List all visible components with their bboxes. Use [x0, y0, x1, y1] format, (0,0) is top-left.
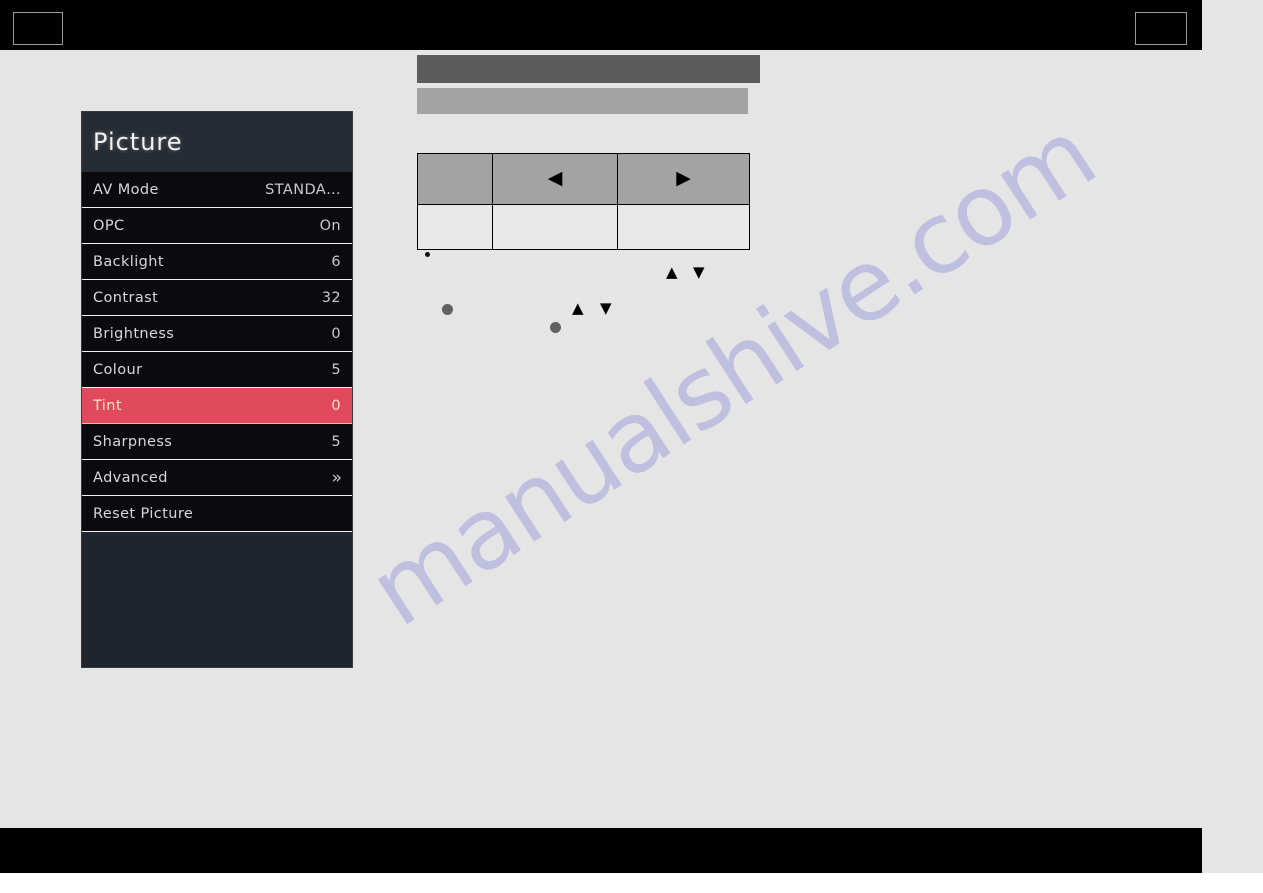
menu-item-opc[interactable]: OPC On: [82, 208, 352, 244]
chevron-right-double-icon: »: [331, 467, 342, 488]
menu-item-backlight[interactable]: Backlight 6: [82, 244, 352, 280]
triangle-left-icon: ◀: [547, 167, 563, 189]
triangle-up-icon-2: ▲: [572, 299, 584, 317]
page-root: manualshive.com Picture AV Mode STANDA… …: [0, 0, 1263, 893]
osd-empty-area: [82, 532, 352, 667]
top-black-band: [0, 0, 1202, 50]
menu-item-sharpness[interactable]: Sharpness 5: [82, 424, 352, 460]
menu-item-colour[interactable]: Colour 5: [82, 352, 352, 388]
osd-header: Picture: [82, 112, 352, 172]
osd-item-list: AV Mode STANDA… OPC On Backlight 6 Contr…: [82, 172, 352, 532]
menu-item-label: Advanced: [93, 469, 168, 486]
triangle-down-icon-1: ▼: [693, 263, 705, 281]
menu-item-advanced[interactable]: Advanced »: [82, 460, 352, 496]
menu-item-label: Backlight: [93, 253, 164, 270]
menu-item-tint[interactable]: Tint 0: [82, 388, 352, 424]
menu-item-label: Contrast: [93, 289, 159, 306]
menu-item-reset-picture[interactable]: Reset Picture: [82, 496, 352, 532]
bullet-small-icon: [425, 252, 430, 257]
menu-item-value: 5: [331, 433, 341, 450]
redacted-heading-bar: [417, 55, 760, 83]
menu-item-value: On: [319, 217, 341, 234]
table-body-cell-1: [417, 204, 493, 250]
bullet-large-icon-1: [442, 304, 453, 315]
bullet-large-icon-2: [550, 322, 561, 333]
header-placeholder-box-left: [13, 12, 63, 45]
picture-osd-menu: Picture AV Mode STANDA… OPC On Backlight…: [82, 112, 352, 667]
triangle-down-icon-2: ▼: [600, 299, 612, 317]
menu-item-label: AV Mode: [93, 181, 159, 198]
triangle-right-icon: ▶: [676, 167, 691, 189]
table-row: [417, 204, 750, 250]
menu-item-label: Tint: [93, 397, 122, 414]
table-header-row: ◀ ▶: [417, 153, 750, 205]
menu-item-value: 0: [331, 397, 341, 414]
menu-item-label: Colour: [93, 361, 143, 378]
menu-item-label: Brightness: [93, 325, 175, 342]
menu-item-value: 0: [331, 325, 341, 342]
triangle-up-icon-1: ▲: [666, 263, 678, 281]
redacted-subheading-bar: [417, 88, 748, 114]
menu-item-label: Reset Picture: [93, 505, 194, 522]
menu-item-value: STANDA…: [265, 181, 341, 198]
table-header-cell-blank: [417, 153, 493, 205]
header-placeholder-box-right: [1135, 12, 1187, 45]
bottom-black-band: [0, 828, 1202, 873]
menu-item-av-mode[interactable]: AV Mode STANDA…: [82, 172, 352, 208]
table-header-cell-right: ▶: [617, 153, 750, 205]
menu-item-contrast[interactable]: Contrast 32: [82, 280, 352, 316]
menu-item-label: OPC: [93, 217, 125, 234]
menu-item-label: Sharpness: [93, 433, 173, 450]
table-body-cell-3: [617, 204, 750, 250]
page-title: Picture: [93, 128, 183, 156]
menu-item-value: 32: [321, 289, 341, 306]
table-header-cell-left: ◀: [492, 153, 618, 205]
menu-item-brightness[interactable]: Brightness 0: [82, 316, 352, 352]
table-body-cell-2: [492, 204, 618, 250]
menu-item-value: 5: [331, 361, 341, 378]
navigation-table: ◀ ▶: [417, 153, 750, 250]
menu-item-value: 6: [331, 253, 341, 270]
